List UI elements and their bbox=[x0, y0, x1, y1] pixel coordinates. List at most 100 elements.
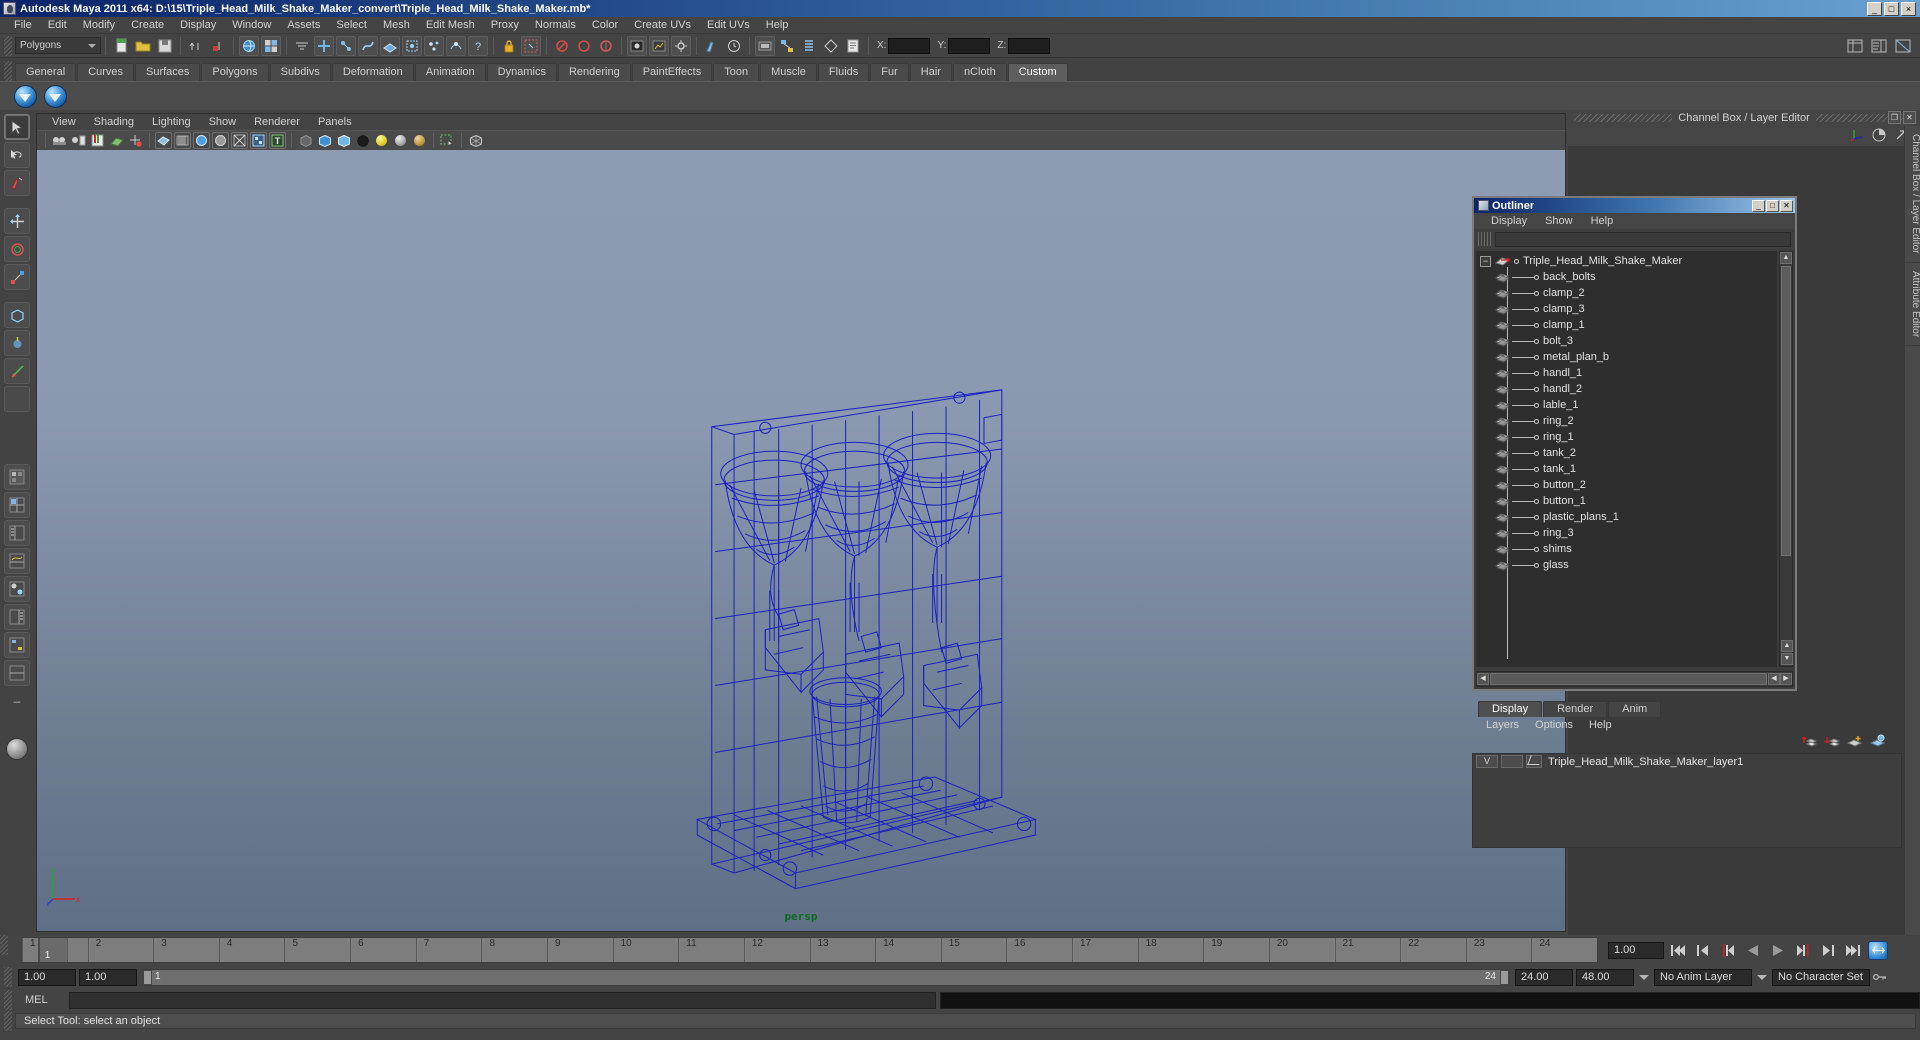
menu-normals[interactable]: Normals bbox=[527, 17, 584, 33]
minimize-button[interactable]: _ bbox=[1867, 1, 1882, 16]
isolate-select-icon[interactable] bbox=[439, 132, 456, 149]
shadows-icon[interactable] bbox=[411, 132, 428, 149]
menu-mesh[interactable]: Mesh bbox=[375, 17, 418, 33]
new-layer-from-selected-icon[interactable] bbox=[1869, 734, 1886, 751]
viewport-menu-view[interactable]: View bbox=[43, 116, 85, 128]
shelf-tab-polygons[interactable]: Polygons bbox=[201, 63, 269, 81]
shelf-tab-rendering[interactable]: Rendering bbox=[557, 63, 631, 81]
universal-manipulator-tool[interactable] bbox=[4, 302, 30, 328]
show-attribute-editor-icon[interactable] bbox=[1869, 36, 1889, 56]
shelf-grip[interactable] bbox=[4, 61, 12, 81]
menu-select[interactable]: Select bbox=[328, 17, 375, 33]
shelf-tab-curves[interactable]: Curves bbox=[77, 63, 134, 81]
shelf-button-2[interactable] bbox=[42, 83, 68, 109]
outliner-tree[interactable]: − Triple_Head_Milk_Shake_Maker back_bolt… bbox=[1476, 251, 1777, 667]
image-plane-icon[interactable] bbox=[108, 132, 125, 149]
x-coord-field[interactable] bbox=[888, 37, 931, 54]
last-tool-used[interactable] bbox=[4, 386, 30, 412]
outliner-row[interactable]: ring_1 bbox=[1476, 429, 1777, 445]
shelf-tab-toon[interactable]: Toon bbox=[713, 63, 760, 81]
viewport-menu-show[interactable]: Show bbox=[200, 116, 246, 128]
render-view-icon[interactable] bbox=[627, 35, 647, 56]
soft-modification-tool[interactable] bbox=[4, 330, 30, 356]
layer-color-swatch[interactable] bbox=[1526, 755, 1542, 768]
rendering-mask-icon[interactable] bbox=[446, 35, 466, 56]
outliner-row[interactable]: back_bolts bbox=[1476, 269, 1777, 285]
tab-anim[interactable]: Anim bbox=[1608, 701, 1662, 717]
outliner-row[interactable]: clamp_1 bbox=[1476, 317, 1777, 333]
paint-effects-icon[interactable] bbox=[702, 36, 722, 56]
shelf-button-1[interactable] bbox=[12, 83, 38, 109]
deform-mask-icon[interactable] bbox=[402, 35, 422, 56]
paint-select-tool[interactable] bbox=[4, 170, 30, 196]
new-scene-icon[interactable] bbox=[111, 36, 131, 56]
rotate-tool[interactable] bbox=[4, 236, 30, 262]
layer-menu-layers[interactable]: Layers bbox=[1478, 719, 1527, 731]
curve-mask-icon[interactable] bbox=[358, 35, 378, 56]
time-slider-grip[interactable] bbox=[0, 935, 8, 955]
show-tool-settings-icon[interactable] bbox=[1893, 36, 1913, 56]
save-scene-icon[interactable] bbox=[155, 36, 175, 56]
layout-single-perspective-icon[interactable] bbox=[4, 464, 30, 490]
outliner-search-input[interactable] bbox=[1495, 231, 1791, 247]
shelf-tab-surfaces[interactable]: Surfaces bbox=[134, 63, 201, 81]
animation-start-time-field[interactable]: 1.00 bbox=[18, 968, 76, 986]
layout-persp-graph-icon[interactable] bbox=[4, 548, 30, 574]
current-time-field[interactable]: 1.00 bbox=[1608, 941, 1664, 959]
shelf-tab-hair[interactable]: Hair bbox=[909, 63, 952, 81]
grid-toggle-icon[interactable] bbox=[467, 132, 484, 149]
command-input-field[interactable] bbox=[69, 991, 936, 1009]
layout-two-pane-icon[interactable] bbox=[4, 660, 30, 686]
xray-display-icon[interactable] bbox=[297, 132, 314, 149]
shelf-tab-animation[interactable]: Animation bbox=[414, 63, 486, 81]
selection-mode-dropdown[interactable]: Polygons bbox=[15, 37, 101, 54]
vtab-channel-box-layer-editor[interactable]: Channel Box / Layer Editor bbox=[1905, 126, 1920, 263]
menu-proxy[interactable]: Proxy bbox=[483, 17, 527, 33]
shelf-tab-general[interactable]: General bbox=[15, 63, 77, 81]
time-slider-track[interactable]: 1 1 2 3 4 5 6 7 8 9 10 11 12 13 14 15 16 17 18 19 20 21 22 23 2… bbox=[21, 937, 1598, 963]
outliner-row[interactable]: metal_plan_b bbox=[1476, 349, 1777, 365]
toolbox-expand-icon[interactable]: ‒ bbox=[4, 688, 30, 714]
outliner-row[interactable]: clamp_3 bbox=[1476, 301, 1777, 317]
auto-key-icon[interactable] bbox=[1867, 940, 1889, 960]
range-slider-bar[interactable]: 1 24 bbox=[142, 968, 1510, 986]
layer-list[interactable]: V Triple_Head_Milk_Shake_Maker_layer1 bbox=[1472, 753, 1902, 848]
layer-visibility-toggle[interactable]: V bbox=[1476, 755, 1498, 768]
show-manipulator-tool[interactable] bbox=[4, 358, 30, 384]
outliner-row[interactable]: tank_1 bbox=[1476, 461, 1777, 477]
viewport-menu-panels[interactable]: Panels bbox=[309, 116, 361, 128]
render-settings-icon[interactable] bbox=[671, 35, 691, 56]
command-output-field[interactable] bbox=[940, 991, 1920, 1009]
undo-icon[interactable] bbox=[186, 36, 206, 56]
anim-layer-combo[interactable]: No Anim Layer bbox=[1654, 968, 1752, 986]
snap-view-icon[interactable] bbox=[596, 36, 616, 56]
range-slider-grip[interactable] bbox=[4, 967, 12, 987]
range-end-handle[interactable] bbox=[1500, 969, 1509, 985]
z-coord-field[interactable] bbox=[1008, 37, 1051, 54]
playback-start-time-field[interactable]: 1.00 bbox=[79, 968, 137, 986]
object-select-icon[interactable] bbox=[261, 35, 281, 56]
outliner-expander-icon[interactable]: − bbox=[1480, 255, 1491, 267]
scroll-right-arrow-icon[interactable]: ▶ bbox=[1780, 673, 1792, 685]
component-mask-icon[interactable] bbox=[292, 36, 312, 56]
menu-assets[interactable]: Assets bbox=[279, 17, 328, 33]
move-layer-up-icon[interactable] bbox=[1801, 734, 1818, 751]
menu-edit[interactable]: Edit bbox=[40, 17, 75, 33]
shelf-tab-ncloth[interactable]: nCloth bbox=[952, 63, 1007, 81]
play-backwards-icon[interactable] bbox=[1742, 940, 1764, 960]
scale-tool[interactable] bbox=[4, 264, 30, 290]
outliner-row[interactable]: shims bbox=[1476, 541, 1777, 557]
menu-edit-mesh[interactable]: Edit Mesh bbox=[418, 17, 483, 33]
scroll-down-arrow-upper-icon[interactable]: ▲ bbox=[1781, 640, 1793, 652]
wireframe-shading-icon[interactable] bbox=[155, 132, 172, 149]
layer-playback-toggle[interactable] bbox=[1501, 755, 1523, 768]
surface-mask-icon[interactable] bbox=[380, 35, 400, 56]
outliner-row[interactable]: handl_1 bbox=[1476, 365, 1777, 381]
viewport-menu-renderer[interactable]: Renderer bbox=[245, 116, 309, 128]
outliner-filter-icon[interactable] bbox=[1478, 232, 1492, 246]
outliner-hscroll-thumb[interactable] bbox=[1490, 673, 1767, 685]
lock-icon[interactable] bbox=[499, 36, 519, 56]
menu-create[interactable]: Create bbox=[123, 17, 172, 33]
shelf-tab-custom[interactable]: Custom bbox=[1007, 63, 1068, 81]
layer-row[interactable]: V Triple_Head_Milk_Shake_Maker_layer1 bbox=[1473, 754, 1901, 769]
